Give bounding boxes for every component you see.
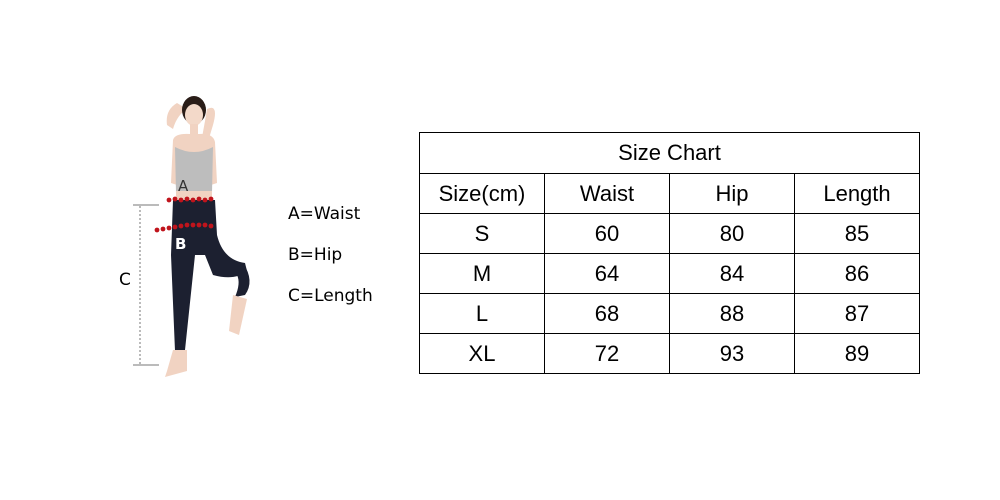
header-length: Length bbox=[794, 173, 920, 214]
table-row: M 64 84 86 bbox=[419, 253, 920, 294]
cell-size: M bbox=[419, 253, 545, 294]
cell-length: 89 bbox=[794, 333, 920, 374]
cell-hip: 80 bbox=[669, 213, 795, 254]
cell-waist: 64 bbox=[544, 253, 670, 294]
size-chart-title: Size Chart bbox=[419, 132, 920, 174]
cell-waist: 60 bbox=[544, 213, 670, 254]
cell-size: L bbox=[419, 293, 545, 334]
cell-length: 85 bbox=[794, 213, 920, 254]
size-chart-header-row: Size(cm) Waist Hip Length bbox=[419, 173, 920, 214]
marker-c: C bbox=[119, 270, 131, 290]
cell-waist: 68 bbox=[544, 293, 670, 334]
cell-size: XL bbox=[419, 333, 545, 374]
size-chart-table: Size Chart Size(cm) Waist Hip Length S 6… bbox=[419, 132, 920, 374]
cell-hip: 93 bbox=[669, 333, 795, 374]
marker-a: A bbox=[178, 177, 189, 195]
marker-b: B bbox=[175, 235, 186, 253]
size-chart-title-row: Size Chart bbox=[419, 132, 920, 174]
header-hip: Hip bbox=[669, 173, 795, 214]
legend-hip: B=Hip bbox=[288, 245, 343, 265]
header-size: Size(cm) bbox=[419, 173, 545, 214]
cell-size: S bbox=[419, 213, 545, 254]
cell-length: 86 bbox=[794, 253, 920, 294]
cell-hip: 88 bbox=[669, 293, 795, 334]
table-row: L 68 88 87 bbox=[419, 293, 920, 334]
cell-hip: 84 bbox=[669, 253, 795, 294]
header-waist: Waist bbox=[544, 173, 670, 214]
table-row: XL 72 93 89 bbox=[419, 333, 920, 374]
legend-length: C=Length bbox=[288, 286, 373, 306]
cell-length: 87 bbox=[794, 293, 920, 334]
model-measurement-illustration: C A B bbox=[119, 96, 250, 377]
cell-waist: 72 bbox=[544, 333, 670, 374]
table-row: S 60 80 85 bbox=[419, 213, 920, 254]
legend-waist: A=Waist bbox=[288, 204, 361, 224]
